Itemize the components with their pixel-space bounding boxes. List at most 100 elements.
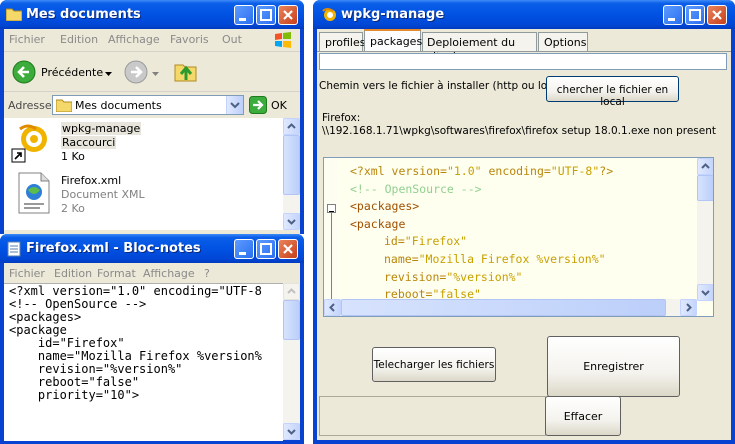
scroll-down-button[interactable] [283, 213, 300, 230]
text-line: <packages> [9, 310, 82, 324]
close-button[interactable] [707, 5, 727, 25]
code-token: name= [384, 252, 419, 266]
code-token: id= [384, 234, 405, 249]
menu-outils[interactable]: Out [222, 33, 242, 46]
close-button[interactable] [278, 5, 298, 25]
code-token: <!-- OpenSource --> [350, 181, 482, 196]
clear-button[interactable]: Effacer [545, 396, 621, 436]
scroll-right-button[interactable] [680, 299, 697, 316]
wpkg-shortcut-icon [11, 124, 47, 163]
notepad-scrollbar[interactable] [283, 283, 300, 440]
minimize-button[interactable] [234, 5, 254, 25]
editor-vscrollbar[interactable] [697, 158, 713, 301]
scroll-up-button[interactable] [283, 118, 300, 135]
file-type: Document XML [61, 188, 145, 201]
menu-fichier[interactable]: Fichier [9, 267, 45, 280]
fold-marker-icon[interactable] [327, 204, 336, 213]
file-item[interactable]: Firefox.xml Document XML 2 Ko [8, 172, 278, 220]
file-size: 2 Ko [61, 202, 85, 215]
notepad-titlebar[interactable]: Firefox.xml - Bloc-notes [0, 234, 304, 263]
forward-button[interactable] [122, 59, 164, 85]
code-token: <?xml [350, 164, 392, 178]
minimize-button[interactable] [663, 5, 683, 25]
back-button[interactable]: Précédente [10, 59, 116, 85]
file-list-scrollbar[interactable] [283, 118, 300, 230]
scroll-thumb[interactable] [283, 300, 300, 340]
menu-edition[interactable]: Edition [54, 267, 92, 280]
file-name: Firefox.xml [61, 174, 122, 187]
scroll-down-button[interactable] [697, 284, 713, 301]
tab-packages[interactable]: packages [364, 29, 423, 52]
tab-options[interactable]: Options [538, 32, 588, 51]
menu-edition[interactable]: Edition [60, 33, 98, 46]
wpkg-titlebar[interactable]: wpkg-manage [313, 0, 735, 29]
scroll-left-button[interactable] [324, 299, 341, 316]
notepad-text-area[interactable]: <?xml version="1.0" encoding="UTF-8 <!--… [4, 283, 283, 441]
back-arrow-icon [12, 60, 36, 84]
tab-label: packages [370, 35, 423, 48]
back-label: Précédente [41, 66, 104, 79]
menu-fichier[interactable]: Fichier [9, 33, 45, 46]
code-token: "1.0" [446, 164, 489, 178]
maximize-button[interactable] [685, 5, 705, 25]
notepad-client: Fichier Edition Format Affichage ? <?xml… [4, 263, 300, 441]
code-token: ?> [599, 164, 614, 178]
file-path-input[interactable] [319, 53, 727, 70]
menu-affichage[interactable]: Affichage [108, 33, 160, 46]
menu-help[interactable]: ? [204, 267, 210, 280]
chevron-down-icon[interactable] [105, 67, 112, 80]
scroll-up-button[interactable] [697, 158, 713, 175]
scroll-thumb[interactable] [283, 135, 300, 195]
editor-hscrollbar[interactable] [324, 299, 697, 316]
address-value: Mes documents [75, 99, 162, 112]
tab-profiles[interactable]: profiles [319, 32, 365, 51]
scroll-thumb[interactable] [697, 175, 713, 201]
status-box: Firefox: \\192.168.1.71\wpkg\softwares\f… [319, 110, 716, 138]
status-message: \\192.168.1.71\wpkg\softwares\firefox\fi… [322, 125, 716, 137]
notepad-icon [7, 241, 21, 257]
file-name: wpkg-manage [61, 122, 142, 135]
wpkg-window: wpkg-manage profiles packages Deploiemen… [313, 0, 735, 444]
explorer-titlebar[interactable]: Mes documents [0, 0, 304, 29]
close-button[interactable] [278, 239, 298, 259]
up-folder-icon[interactable] [174, 59, 198, 85]
explorer-title: Mes documents [26, 7, 141, 22]
code-token: "Mozilla Firefox %version%" [418, 252, 606, 266]
wpkg-app-icon [322, 8, 336, 21]
notepad-menubar: Fichier Edition Format Affichage ? [4, 263, 300, 283]
code-token: "UTF-8" [550, 164, 600, 178]
menu-favoris[interactable]: Favoris [170, 33, 209, 46]
text-line: name="Mozilla Firefox %version% [9, 349, 262, 363]
menu-format[interactable]: Format [97, 267, 136, 280]
text-line: id="Firefox" [9, 336, 125, 350]
maximize-button[interactable] [256, 239, 276, 259]
menu-affichage[interactable]: Affichage [143, 267, 195, 280]
address-field[interactable]: Mes documents [52, 95, 244, 115]
maximize-button[interactable] [256, 5, 276, 25]
folder-icon [56, 99, 72, 112]
address-label: Adresse [8, 99, 52, 112]
button-label: Effacer [563, 410, 603, 423]
explorer-menubar: Fichier Edition Affichage Favoris Out [4, 29, 300, 51]
code-line: id="Firefox" [384, 234, 467, 248]
file-item[interactable]: wpkg-manage Raccourci 1 Ko [8, 120, 278, 168]
minimize-button[interactable] [234, 239, 254, 259]
save-button[interactable]: Enregistrer [547, 336, 680, 397]
chevron-down-icon [230, 102, 240, 109]
address-dropdown-button[interactable] [226, 96, 243, 114]
button-label: Enregistrer [583, 360, 644, 373]
scroll-up-button[interactable] [283, 283, 300, 300]
scroll-thumb[interactable] [341, 299, 666, 316]
notepad-window: Firefox.xml - Bloc-notes Fichier Edition… [0, 234, 304, 444]
browse-local-button[interactable]: chercher le fichier en local [546, 76, 679, 108]
code-token: "%version%" [446, 269, 523, 284]
chevron-down-icon[interactable] [152, 67, 159, 80]
xml-editor[interactable]: <?xml version="1.0" encoding="UTF-8"?> <!… [323, 157, 714, 317]
code-token: <package [350, 216, 406, 231]
go-button[interactable]: OK [249, 96, 295, 114]
go-arrow-icon [249, 96, 267, 114]
forward-arrow-icon [124, 60, 148, 84]
scroll-down-button[interactable] [283, 423, 300, 440]
download-files-button[interactable]: Telecharger les fichiers [372, 347, 496, 382]
tab-deploiement[interactable]: Deploiement du client [422, 32, 537, 62]
